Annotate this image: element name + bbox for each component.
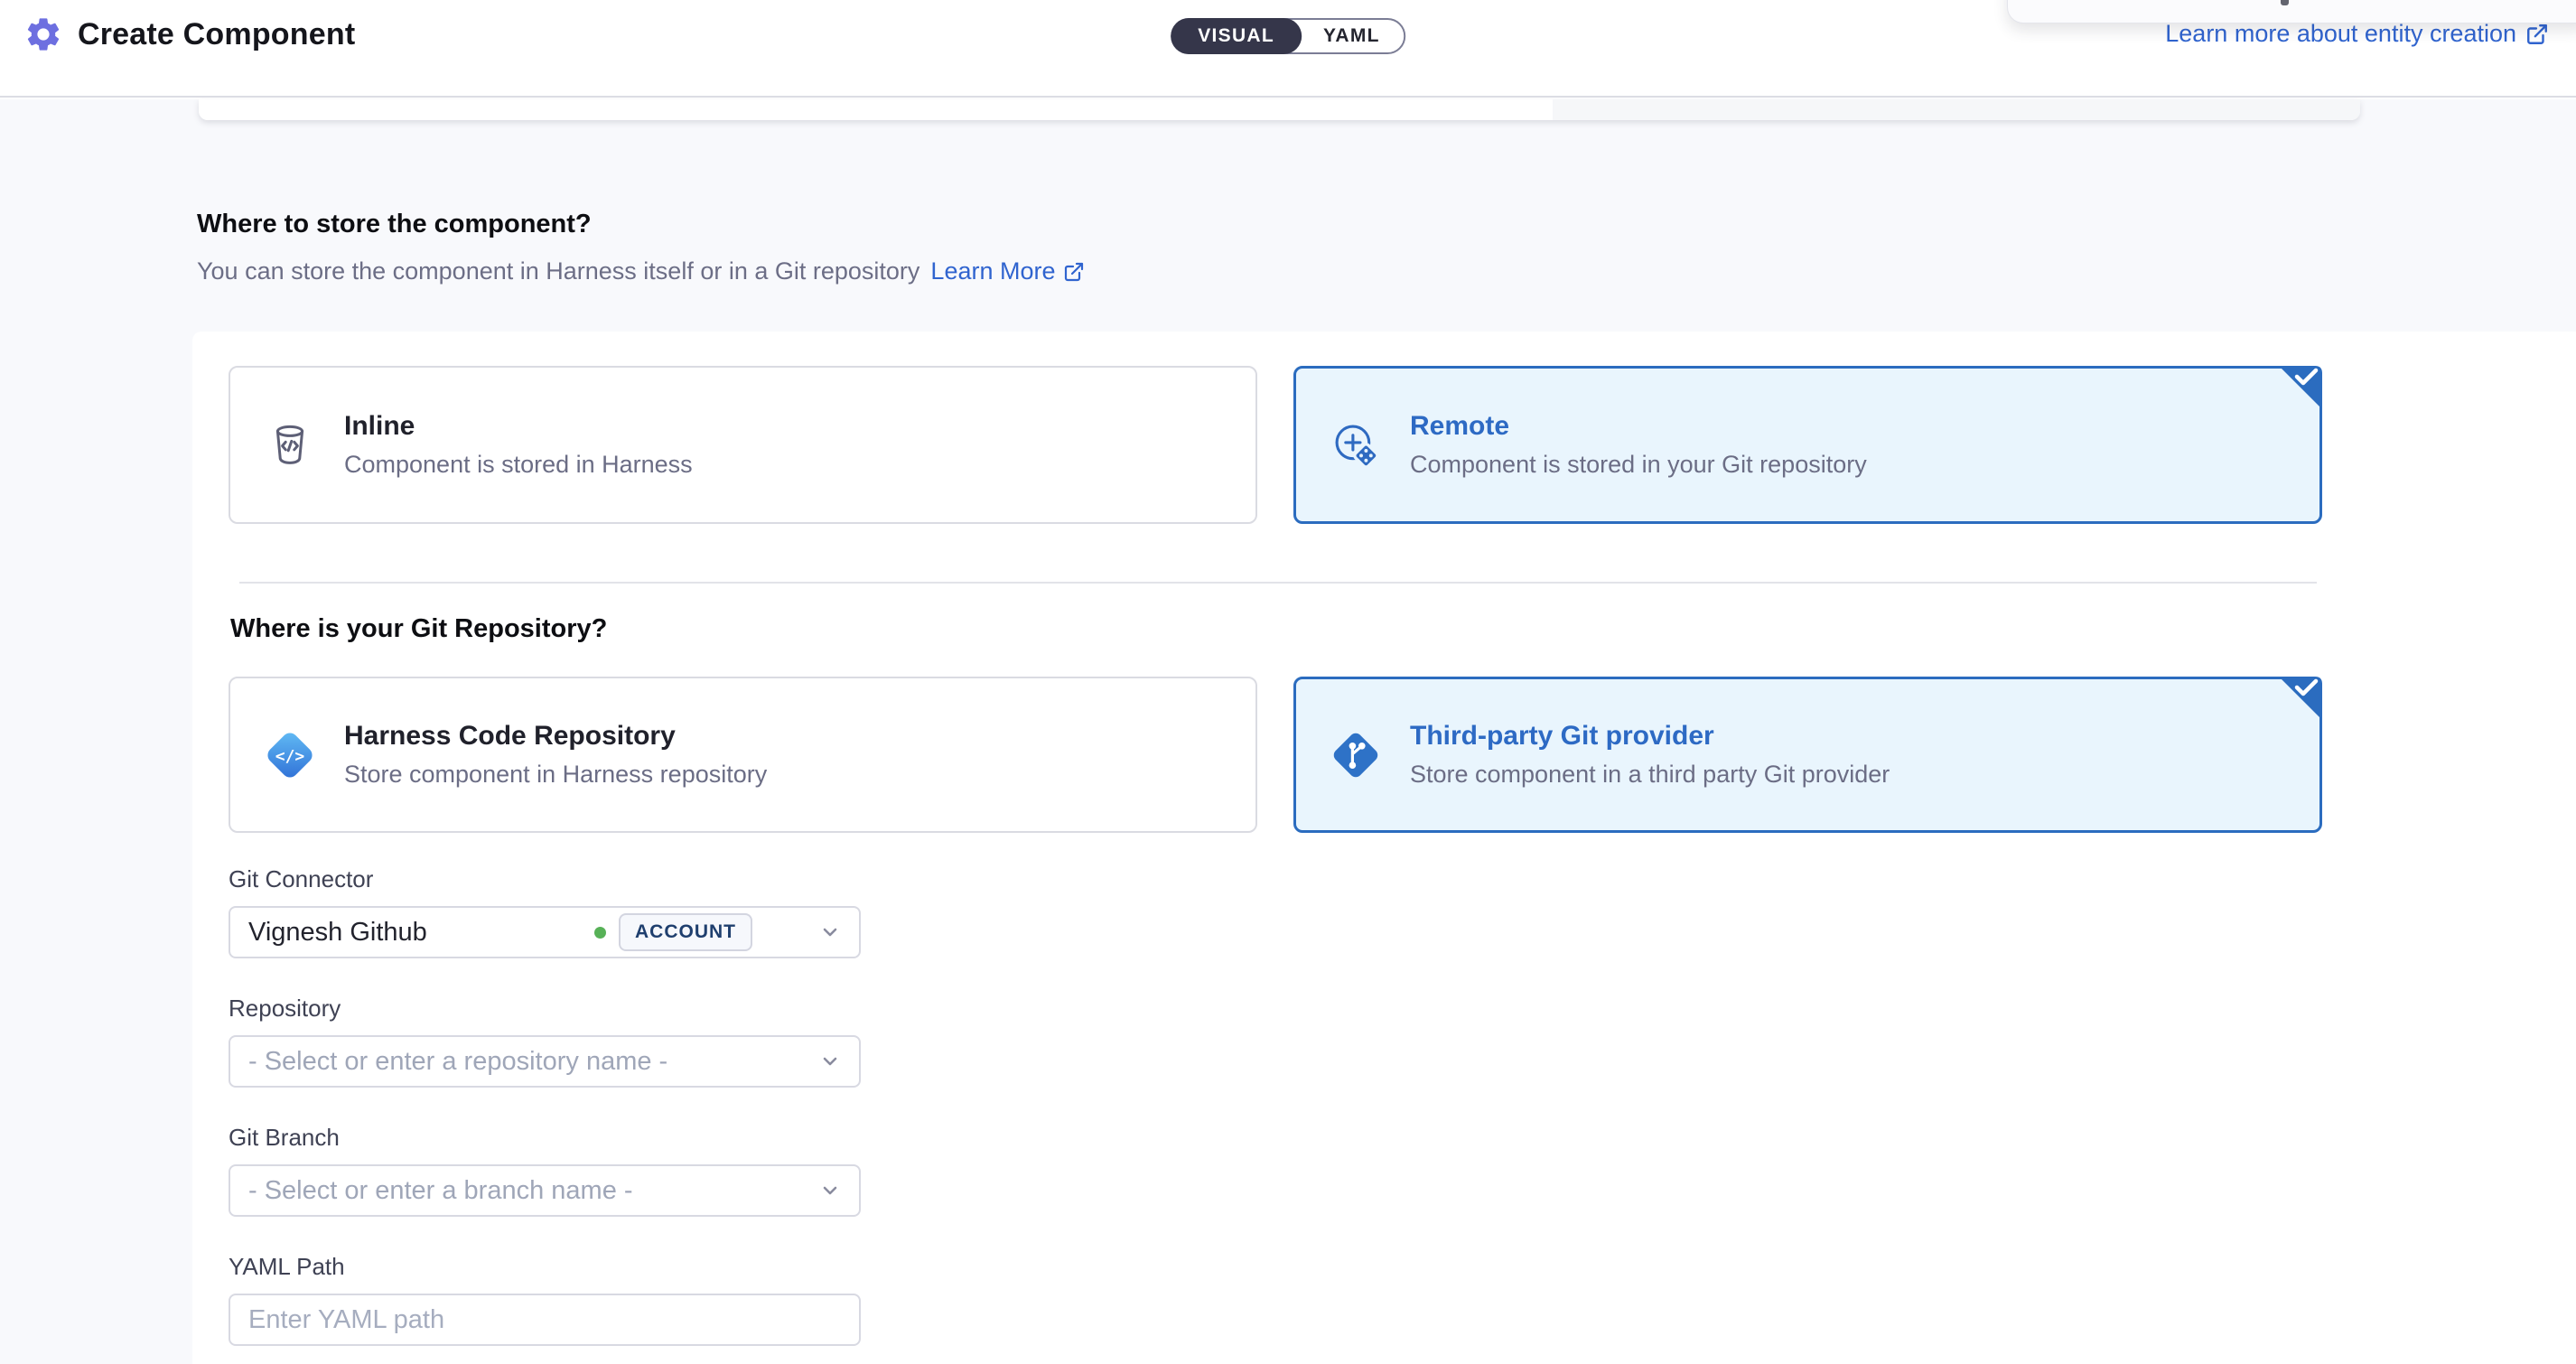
yaml-path-label: YAML Path <box>229 1253 861 1281</box>
external-link-icon <box>1063 261 1085 283</box>
section-divider <box>239 582 2317 584</box>
third-party-git-card-title: Third-party Git provider <box>1410 721 1890 752</box>
harness-code-card-title: Harness Code Repository <box>344 721 767 752</box>
gear-icon <box>23 14 63 54</box>
repository-placeholder: - Select or enter a repository name - <box>248 1047 752 1077</box>
check-icon <box>2279 677 2322 720</box>
toast-fragment <box>2281 0 2289 5</box>
learn-more-entity-link[interactable]: Learn more about entity creation <box>2165 20 2549 48</box>
previous-section-card-cutoff <box>199 99 2360 120</box>
repository-label: Repository <box>229 995 861 1023</box>
inline-store-icon <box>261 424 319 467</box>
remote-storage-card[interactable]: Remote Component is stored in your Git r… <box>1293 366 2322 524</box>
connector-scope-badge: ACCOUNT <box>619 913 752 951</box>
git-branch-placeholder: - Select or enter a branch name - <box>248 1176 752 1206</box>
third-party-git-card-description: Store component in a third party Git pro… <box>1410 761 1890 789</box>
harness-code-repo-card[interactable]: </> Harness Code Repository Store compon… <box>229 677 1257 833</box>
yaml-path-field[interactable] <box>229 1294 861 1346</box>
toggle-visual[interactable]: VISUAL <box>1171 18 1302 54</box>
chevron-down-icon <box>819 1180 841 1201</box>
form-scroll-area: Where to store the component? You can st… <box>0 99 2576 1364</box>
remote-card-title: Remote <box>1410 411 1867 442</box>
inline-storage-card[interactable]: Inline Component is stored in Harness <box>229 366 1257 524</box>
external-link-icon <box>2525 23 2549 46</box>
git-branch-label: Git Branch <box>229 1124 861 1152</box>
git-connector-label: Git Connector <box>229 865 861 893</box>
third-party-git-card[interactable]: Third-party Git provider Store component… <box>1293 677 2322 833</box>
git-branch-select[interactable]: - Select or enter a branch name - <box>229 1164 861 1217</box>
learn-more-link[interactable]: Learn More <box>930 257 1084 285</box>
check-icon <box>2279 366 2322 409</box>
git-connector-select[interactable]: Vignesh Github ACCOUNT <box>229 906 861 958</box>
learn-more-entity-label: Learn more about entity creation <box>2165 20 2516 48</box>
git-connector-value: Vignesh Github <box>248 918 582 948</box>
create-component-page: Create Component VISUAL YAML Learn more … <box>0 0 2576 1364</box>
form-panel: Inline Component is stored in Harness <box>192 332 2576 1364</box>
page-header: Create Component VISUAL YAML Learn more … <box>0 0 2576 98</box>
connector-status-dot <box>594 927 606 939</box>
git-provider-icon <box>1327 728 1385 782</box>
chevron-down-icon <box>819 1051 841 1072</box>
inline-card-description: Component is stored in Harness <box>344 451 693 479</box>
storage-section-header: Where to store the component? You can st… <box>197 210 1085 285</box>
harness-code-icon: </> <box>261 726 319 784</box>
git-details-form: Git Connector Vignesh Github ACCOUNT Rep… <box>229 865 861 1346</box>
toggle-yaml[interactable]: YAML <box>1300 18 1404 54</box>
git-section-heading: Where is your Git Repository? <box>230 614 2576 644</box>
remote-card-description: Component is stored in your Git reposito… <box>1410 451 1867 479</box>
harness-code-card-description: Store component in Harness repository <box>344 761 767 789</box>
svg-text:</>: </> <box>275 747 305 766</box>
inline-card-title: Inline <box>344 411 693 442</box>
visual-yaml-toggle: VISUAL YAML <box>1171 18 1405 54</box>
storage-section-subtitle: You can store the component in Harness i… <box>197 257 919 285</box>
yaml-path-input[interactable] <box>248 1305 841 1335</box>
storage-section-heading: Where to store the component? <box>197 210 1085 239</box>
repository-select[interactable]: - Select or enter a repository name - <box>229 1035 861 1088</box>
header-title-group: Create Component <box>23 14 355 54</box>
page-title: Create Component <box>78 17 355 52</box>
remote-store-icon <box>1327 419 1385 472</box>
chevron-down-icon <box>819 921 841 943</box>
cutoff-toast <box>2007 0 2576 23</box>
